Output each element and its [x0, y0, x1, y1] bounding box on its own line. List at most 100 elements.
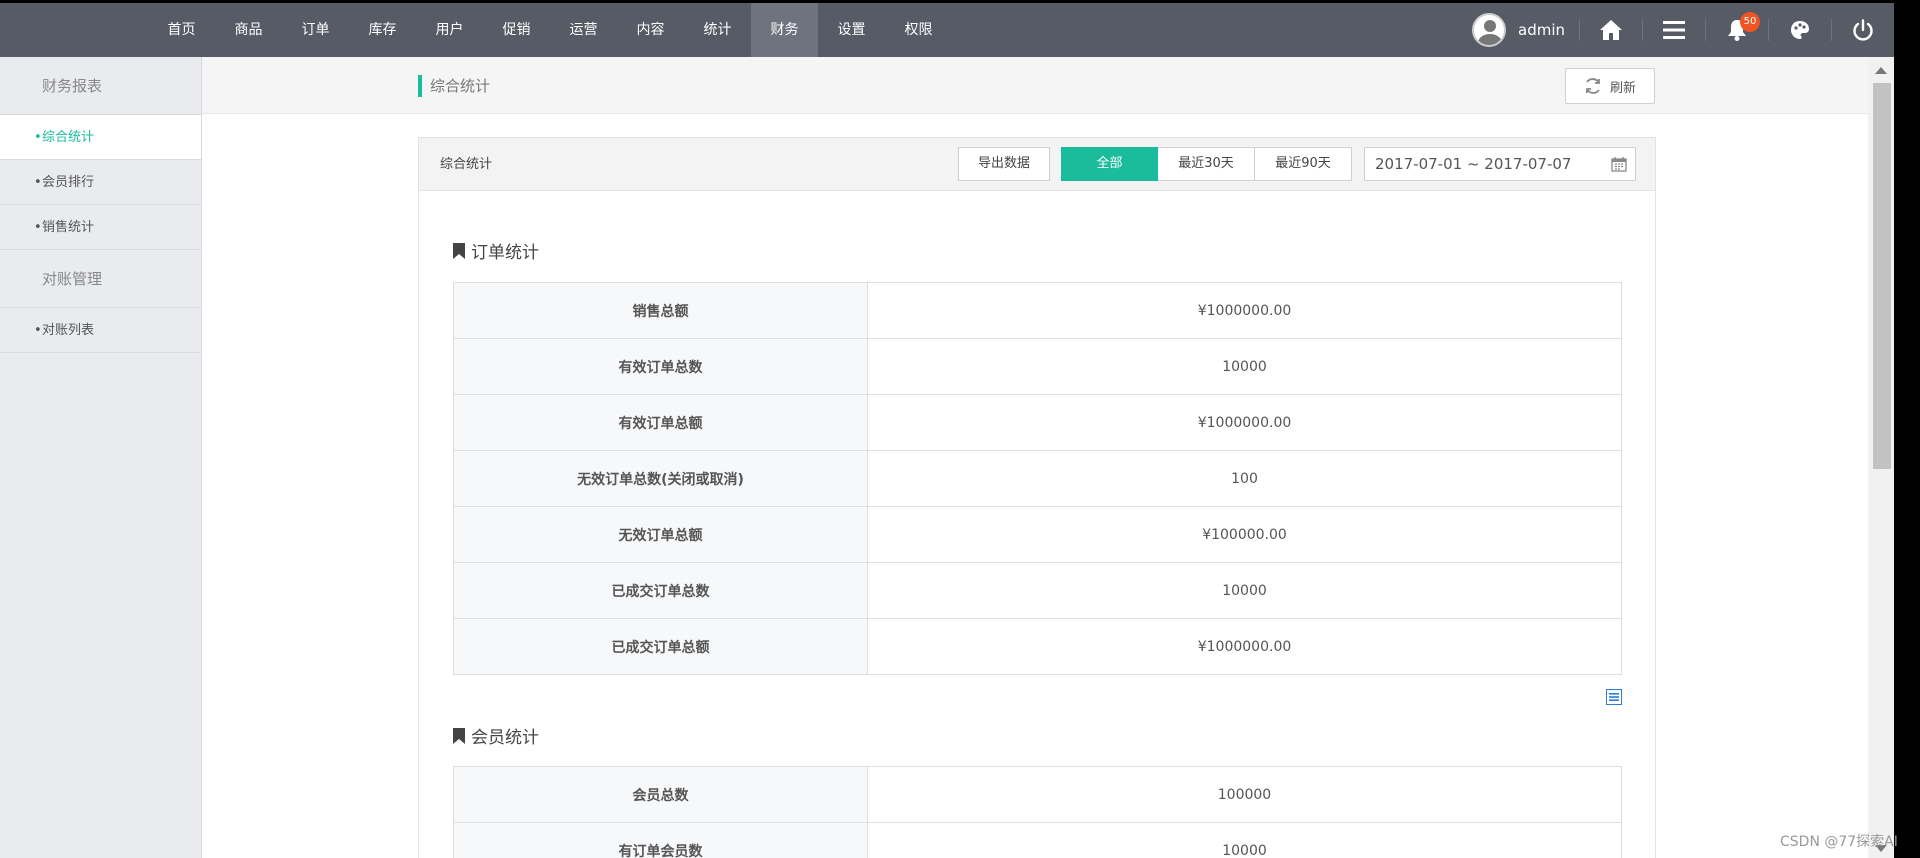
table-row: 已成交订单总额 ¥1000000.00	[453, 618, 1622, 675]
theme-button[interactable]	[1769, 3, 1831, 57]
main-nav: 首页 商品 订单 库存 用户 促销 运营 内容 统计 财务 设置 权限	[148, 3, 952, 57]
sidebar-item-member-ranking[interactable]: •会员排行	[0, 160, 201, 205]
row-label: 无效订单总数(关闭或取消)	[453, 450, 868, 507]
member-stats-table: 会员总数 100000 有订单会员数 10000	[453, 766, 1622, 858]
date-range-input[interactable]: 2017-07-01 ~ 2017-07-07	[1364, 147, 1636, 181]
nav-item-finance[interactable]: 财务	[751, 3, 818, 57]
bullet: •	[34, 175, 42, 190]
home-icon	[1600, 20, 1622, 40]
sidebar-item-label: 会员排行	[42, 175, 95, 190]
export-button[interactable]: 导出数据	[958, 147, 1050, 181]
breadcrumb: 综合统计	[418, 75, 490, 97]
nav-item-promotions[interactable]: 促销	[483, 3, 550, 57]
section-title-label: 订单统计	[471, 243, 539, 263]
row-label: 有效订单总数	[453, 338, 868, 395]
watermark: CSDN @77探索AI	[1780, 834, 1898, 850]
panel-header: 综合统计 导出数据 全部 最近30天 最近90天 2017-07-01 ~ 20…	[419, 138, 1655, 191]
sidebar-item-label: 综合统计	[42, 130, 95, 145]
power-icon	[1853, 19, 1873, 41]
bullet: •	[34, 323, 42, 338]
logout-button[interactable]	[1832, 3, 1894, 57]
nav-item-content[interactable]: 内容	[617, 3, 684, 57]
refresh-button[interactable]: 刷新	[1565, 68, 1655, 104]
nav-item-orders[interactable]: 订单	[282, 3, 349, 57]
row-label: 有订单会员数	[453, 822, 868, 858]
table-row: 销售总额 ¥1000000.00	[453, 282, 1622, 339]
bullet: •	[34, 220, 42, 235]
member-stats-title: 会员统计	[453, 723, 539, 748]
nav-item-settings[interactable]: 设置	[818, 3, 885, 57]
nav-item-home[interactable]: 首页	[148, 3, 215, 57]
row-label: 销售总额	[453, 282, 868, 339]
notifications-button[interactable]: 50	[1706, 3, 1768, 57]
range-filter: 全部 最近30天 最近90天	[1061, 147, 1352, 181]
top-right-tools: admin 50	[1472, 3, 1894, 57]
sidebar-group-financial-reports: 财务报表	[0, 57, 201, 115]
row-label: 无效订单总额	[453, 506, 868, 563]
row-value: ¥1000000.00	[867, 282, 1622, 339]
sidebar-item-overview[interactable]: •综合统计	[0, 115, 201, 160]
table-row: 有效订单总数 10000	[453, 338, 1622, 395]
range-30-days-button[interactable]: 最近30天	[1158, 147, 1255, 181]
row-label: 会员总数	[453, 766, 868, 823]
row-value: 100	[867, 450, 1622, 507]
list-icon[interactable]	[1606, 689, 1622, 705]
row-value: ¥1000000.00	[867, 618, 1622, 675]
breadcrumb-bar: 综合统计 刷新	[202, 57, 1868, 114]
table-row: 已成交订单总数 10000	[453, 562, 1622, 619]
bullet: •	[34, 130, 42, 145]
sidebar-item-reconciliation-list[interactable]: •对账列表	[0, 308, 201, 353]
username: admin	[1518, 21, 1565, 39]
row-value: ¥1000000.00	[867, 394, 1622, 451]
scroll-thumb[interactable]	[1873, 83, 1891, 469]
nav-item-permissions[interactable]: 权限	[885, 3, 952, 57]
section-title-label: 会员统计	[471, 728, 539, 748]
stats-panel: 综合统计 导出数据 全部 最近30天 最近90天 2017-07-01 ~ 20…	[418, 137, 1656, 858]
row-value: 10000	[867, 822, 1622, 858]
table-row: 有效订单总额 ¥1000000.00	[453, 394, 1622, 451]
row-label: 已成交订单总数	[453, 562, 868, 619]
bookmark-icon	[453, 727, 465, 744]
sidebar: 财务报表 •综合统计 •会员排行 •销售统计 对账管理 •对账列表	[0, 57, 202, 858]
top-navbar: 首页 商品 订单 库存 用户 促销 运营 内容 统计 财务 设置 权限 admi…	[0, 3, 1894, 57]
main-content: 综合统计 刷新 综合统计 导出数据 全部 最近30天 最近90天 2017-07…	[202, 57, 1868, 858]
table-row: 无效订单总额 ¥100000.00	[453, 506, 1622, 563]
table-row: 有订单会员数 10000	[453, 822, 1622, 858]
avatar	[1472, 13, 1506, 47]
panel-title: 综合统计	[440, 157, 493, 172]
row-label: 有效订单总额	[453, 394, 868, 451]
table-row: 无效订单总数(关闭或取消) 100	[453, 450, 1622, 507]
row-value: ¥100000.00	[867, 506, 1622, 563]
table-row: 会员总数 100000	[453, 766, 1622, 823]
sidebar-group-reconciliation: 对账管理	[0, 250, 201, 308]
date-range-value: 2017-07-01 ~ 2017-07-07	[1375, 155, 1572, 173]
bookmark-icon	[453, 242, 465, 259]
order-stats-table: 销售总额 ¥1000000.00 有效订单总数 10000 有效订单总额 ¥10000…	[453, 282, 1622, 675]
row-value: 100000	[867, 766, 1622, 823]
vertical-scrollbar[interactable]	[1868, 57, 1894, 858]
sidebar-item-label: 销售统计	[42, 220, 95, 235]
refresh-label: 刷新	[1609, 80, 1636, 96]
row-value: 10000	[867, 338, 1622, 395]
row-value: 10000	[867, 562, 1622, 619]
nav-item-users[interactable]: 用户	[416, 3, 483, 57]
notification-badge: 50	[1740, 12, 1760, 32]
palette-icon	[1791, 21, 1809, 39]
nav-item-products[interactable]: 商品	[215, 3, 282, 57]
scroll-up-arrow-icon[interactable]	[1875, 67, 1887, 74]
sidebar-item-label: 对账列表	[42, 323, 95, 338]
row-label: 已成交订单总额	[453, 618, 868, 675]
order-stats-title: 订单统计	[453, 238, 539, 263]
user-menu[interactable]: admin	[1472, 13, 1565, 47]
range-all-button[interactable]: 全部	[1061, 147, 1158, 181]
calendar-icon[interactable]	[1611, 156, 1627, 172]
menu-icon	[1663, 21, 1685, 39]
nav-item-statistics[interactable]: 统计	[684, 3, 751, 57]
nav-item-inventory[interactable]: 库存	[349, 3, 416, 57]
menu-button[interactable]	[1643, 3, 1705, 57]
home-button[interactable]	[1580, 3, 1642, 57]
refresh-icon	[1586, 78, 1600, 94]
range-90-days-button[interactable]: 最近90天	[1255, 147, 1352, 181]
sidebar-item-sales-stats[interactable]: •销售统计	[0, 205, 201, 250]
nav-item-operations[interactable]: 运营	[550, 3, 617, 57]
